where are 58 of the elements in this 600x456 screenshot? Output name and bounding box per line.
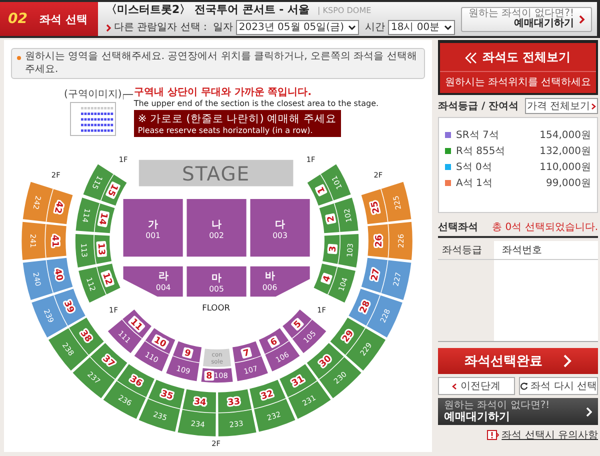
double-chevron-icon bbox=[465, 52, 478, 64]
column-header: 좌석번호 bbox=[501, 244, 543, 258]
floor-section[interactable]: 라 004 bbox=[122, 266, 182, 297]
step-number: 02 bbox=[8, 11, 28, 27]
warning-icon bbox=[486, 430, 499, 440]
leader-line bbox=[122, 94, 133, 100]
refresh-icon bbox=[520, 382, 528, 390]
date-select[interactable]: 2023년 05월 05일(금) bbox=[236, 20, 359, 35]
grade-price: 132,000원 bbox=[540, 145, 591, 158]
chevron-icon bbox=[452, 382, 458, 390]
chevron-icon bbox=[106, 24, 111, 32]
waitlist-button[interactable]: 원하는 좌석이 없다면?! 예매대기하기 bbox=[438, 398, 598, 426]
view-all-button[interactable]: 좌석도 전체보기 bbox=[440, 43, 596, 72]
view-hint: 원하시는 좌석위치를 선택하세요 bbox=[444, 76, 592, 90]
warning-text: ※ 가로로 (한줄로 나란히) 예매해 주세요 bbox=[138, 112, 336, 126]
guide-heading: 구역내 상단이 무대와 가까운 쪽입니다. bbox=[134, 86, 312, 99]
grade-name: R석 855석 bbox=[456, 145, 506, 158]
chevron-icon bbox=[591, 102, 596, 110]
guide-english: The upper end of the section is the closest area to the stage. bbox=[134, 99, 379, 108]
waitlist-button[interactable]: 원하는 좌석이 없다면?! 예매대기하기 bbox=[461, 6, 592, 32]
stage: STAGE bbox=[138, 160, 293, 186]
grade-price: 110,000원 bbox=[540, 161, 591, 174]
chevron-icon bbox=[562, 354, 572, 368]
step-title: 좌석 선택 bbox=[39, 12, 88, 26]
time-label: 시간 bbox=[364, 20, 385, 34]
date-prompt: 다른 관람일자 선택 : bbox=[114, 20, 207, 34]
caret-icon bbox=[348, 25, 356, 30]
grade-name: A석 1석 bbox=[456, 177, 494, 190]
caution-link[interactable]: 좌석 선택시 유의사항 bbox=[502, 428, 598, 442]
caret-icon bbox=[444, 25, 452, 30]
floor-label: FLOOR bbox=[202, 302, 230, 312]
notice-text: 원하시는 영역을 선택해주세요. 공연장에서 위치를 클릭하거나, 오른쪽의 좌석을 선택해주세요. bbox=[25, 51, 418, 76]
chevron-icon bbox=[579, 14, 585, 24]
floor-section[interactable]: 마 005 bbox=[186, 266, 246, 297]
floor-section[interactable]: 바 006 bbox=[250, 266, 310, 297]
warning-english: Please reserve seats horizontally (in a row). bbox=[138, 126, 314, 135]
date-label: 일자 bbox=[212, 20, 233, 34]
selected-count: 총 0석 선택되었습니다. bbox=[492, 221, 598, 234]
price-list-button[interactable]: 가격 전체보기 bbox=[524, 98, 598, 114]
grade-name: SR석 7석 bbox=[456, 129, 500, 142]
section-diagram-drawing bbox=[70, 102, 116, 136]
previous-step-button[interactable]: 이전단계 bbox=[438, 377, 515, 395]
floor-section[interactable]: 가 001 bbox=[122, 198, 182, 257]
grade-name: S석 0석 bbox=[456, 161, 493, 174]
concert-title: 〈미스터트롯2〉 전국투어 콘서트 - 서울 bbox=[106, 3, 310, 17]
selected-title: 선택좌석 bbox=[438, 221, 478, 234]
venue-name: | KSPO DOME bbox=[318, 5, 372, 17]
reset-button[interactable]: 좌석 다시 선택 bbox=[518, 377, 598, 395]
diagram-caption: (구역이미지) bbox=[64, 88, 122, 101]
bullet-icon bbox=[17, 56, 21, 60]
grade-price: 99,000원 bbox=[546, 177, 591, 190]
chevron-icon bbox=[586, 406, 592, 417]
grades-title: 좌석등급 / 잔여석 bbox=[438, 100, 519, 113]
floor-section[interactable]: 다 003 bbox=[250, 198, 310, 257]
grade-price: 154,000원 bbox=[540, 129, 591, 142]
floor-section[interactable]: 나 002 bbox=[186, 198, 246, 257]
complete-button[interactable]: 좌석선택완료 bbox=[438, 348, 598, 374]
time-select[interactable]: 18시 00분 bbox=[388, 20, 455, 35]
